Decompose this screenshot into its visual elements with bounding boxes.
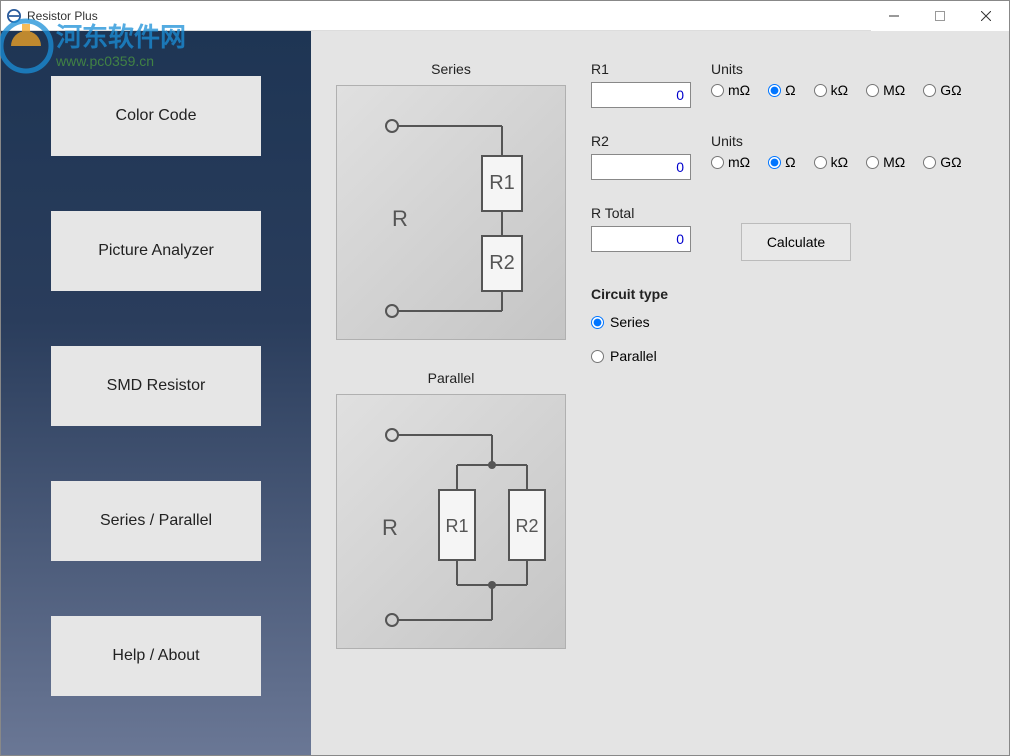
- nav-smd-resistor[interactable]: SMD Resistor: [51, 346, 261, 426]
- titlebar: Resistor Plus: [1, 1, 1009, 31]
- circuit-type-parallel[interactable]: Parallel: [591, 348, 984, 364]
- parallel-diagram: R1 R2 R: [336, 394, 566, 649]
- controls-panel: R1 Units mΩ Ω kΩ MΩ GΩ R2: [591, 61, 984, 725]
- sidebar: 河东软件网 www.pc0359.cn Color Code Picture A…: [1, 31, 311, 755]
- window-title: Resistor Plus: [27, 9, 98, 23]
- rtotal-label: R Total: [591, 205, 691, 221]
- minimize-button[interactable]: [871, 1, 917, 31]
- r1-unit-kohm[interactable]: kΩ: [814, 82, 848, 98]
- circuit-type-label: Circuit type: [591, 286, 984, 302]
- parallel-diagram-block: Parallel R1 R2: [336, 370, 566, 649]
- close-icon: [981, 11, 991, 21]
- r2-unit-Gohm[interactable]: GΩ: [923, 154, 961, 170]
- r1-units-label: Units: [711, 61, 962, 77]
- circuit-type-group: Circuit type Series Parallel: [591, 286, 984, 364]
- r2-unit-Mohm[interactable]: MΩ: [866, 154, 905, 170]
- r2-unit-kohm[interactable]: kΩ: [814, 154, 848, 170]
- r2-units-row: mΩ Ω kΩ MΩ GΩ: [711, 154, 962, 170]
- svg-text:R2: R2: [489, 252, 515, 274]
- nav-help-about[interactable]: Help / About: [51, 616, 261, 696]
- svg-text:R1: R1: [489, 172, 515, 194]
- maximize-icon: [935, 11, 945, 21]
- maximize-button[interactable]: [917, 1, 963, 31]
- nav-series-parallel[interactable]: Series / Parallel: [51, 481, 261, 561]
- r2-input[interactable]: [591, 154, 691, 180]
- circuit-type-series[interactable]: Series: [591, 314, 984, 330]
- r2-units-label: Units: [711, 133, 962, 149]
- app-icon: [7, 9, 21, 23]
- r1-unit-Mohm[interactable]: MΩ: [866, 82, 905, 98]
- calculate-button[interactable]: Calculate: [741, 223, 851, 261]
- close-button[interactable]: [963, 1, 1009, 31]
- svg-text:R1: R1: [445, 516, 468, 536]
- svg-text:R2: R2: [515, 516, 538, 536]
- r1-unit-mohm[interactable]: mΩ: [711, 82, 750, 98]
- main-content: Series R1 R2 R: [311, 31, 1009, 755]
- r1-unit-Gohm[interactable]: GΩ: [923, 82, 961, 98]
- svg-text:R: R: [392, 206, 408, 231]
- svg-text:R: R: [382, 515, 398, 540]
- series-title: Series: [431, 61, 471, 77]
- r2-unit-mohm[interactable]: mΩ: [711, 154, 750, 170]
- series-diagram: R1 R2 R: [336, 85, 566, 340]
- series-diagram-block: Series R1 R2 R: [336, 61, 566, 340]
- r2-label: R2: [591, 133, 691, 149]
- rtotal-input[interactable]: [591, 226, 691, 252]
- r1-units-row: mΩ Ω kΩ MΩ GΩ: [711, 82, 962, 98]
- parallel-title: Parallel: [428, 370, 475, 386]
- r1-label: R1: [591, 61, 691, 77]
- r1-unit-ohm[interactable]: Ω: [768, 82, 795, 98]
- svg-text:www.pc0359.cn: www.pc0359.cn: [55, 53, 154, 69]
- window-controls: [871, 1, 1009, 31]
- r2-unit-ohm[interactable]: Ω: [768, 154, 795, 170]
- minimize-icon: [889, 11, 899, 21]
- r1-input[interactable]: [591, 82, 691, 108]
- nav-picture-analyzer[interactable]: Picture Analyzer: [51, 211, 261, 291]
- nav-color-code[interactable]: Color Code: [51, 76, 261, 156]
